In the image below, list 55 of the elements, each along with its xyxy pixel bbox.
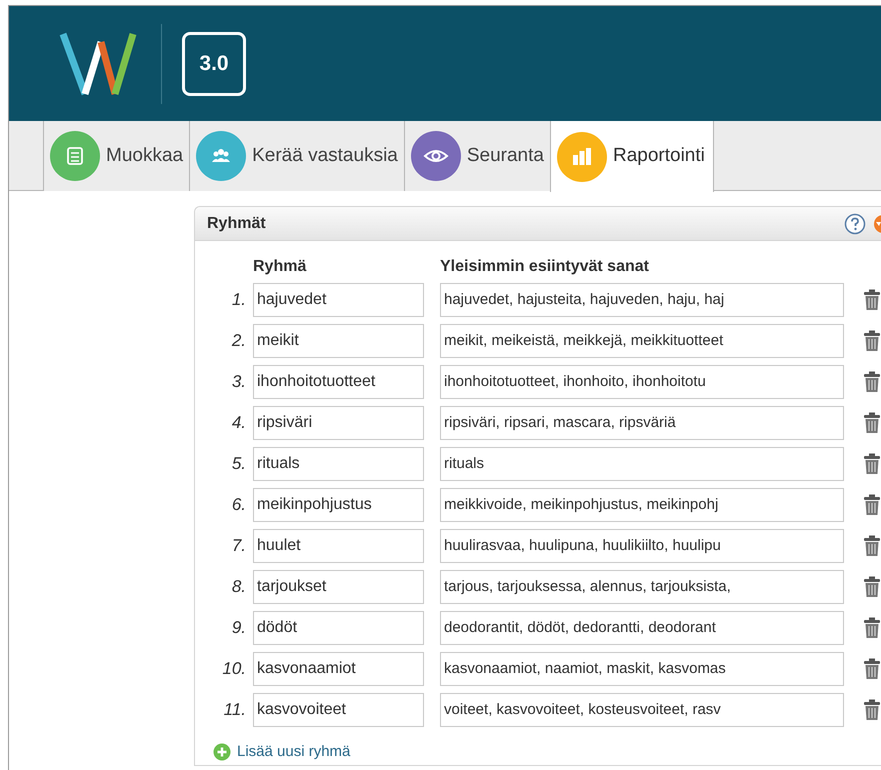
- words-field[interactable]: meikkivoide, meikinpohjustus, meikinpohj: [440, 488, 844, 522]
- group-name-field[interactable]: ripsiväri: [253, 406, 424, 440]
- words-field[interactable]: deodorantit, dödöt, dedorantti, deodorant: [440, 611, 844, 645]
- words-field[interactable]: huulirasvaa, huulipuna, huulikiilto, huulipu: [440, 529, 844, 563]
- words-field[interactable]: voiteet, kasvovoiteet, kosteusvoiteet, rasv: [440, 693, 844, 727]
- column-header: Ryhmä: [253, 257, 308, 277]
- group-name-field[interactable]: hajuvedet: [253, 283, 424, 317]
- panel-title: Ryhmät: [207, 214, 266, 234]
- trash-icon[interactable]: [863, 289, 881, 311]
- tab[interactable]: Seuranta: [404, 121, 550, 191]
- tab[interactable]: Muokkaa: [43, 121, 190, 191]
- row-number: 4.: [230, 412, 247, 434]
- row-number: 8.: [230, 576, 247, 598]
- group-name-field[interactable]: rituals: [253, 447, 424, 481]
- group-name-field[interactable]: dödöt: [253, 611, 424, 645]
- words-field[interactable]: ripsiväri, ripsari, mascara, ripsväriä: [440, 406, 844, 440]
- group-name-field[interactable]: meikinpohjustus: [253, 488, 424, 522]
- trash-icon[interactable]: [863, 412, 881, 434]
- row-number: 3.: [230, 371, 247, 394]
- words-field[interactable]: ihonhoitotuotteet, ihonhoito, ihonhoitotu: [440, 365, 844, 399]
- group-name-field[interactable]: huulet: [253, 529, 424, 563]
- trash-icon[interactable]: [863, 453, 881, 475]
- trash-icon[interactable]: [863, 576, 881, 598]
- row-number: 5.: [230, 453, 247, 476]
- trash-icon[interactable]: [863, 699, 881, 721]
- trash-icon[interactable]: [863, 535, 881, 557]
- words-field[interactable]: tarjous, tarjouksessa, alennus, tarjouksista,: [440, 570, 844, 604]
- group-name-field[interactable]: kasvovoiteet: [253, 693, 424, 727]
- row-number: 7.: [230, 535, 247, 558]
- row-number: 10.: [221, 658, 247, 680]
- tab[interactable]: Raportointi: [550, 121, 714, 192]
- words-field[interactable]: kasvonaamiot, naamiot, maskit, kasvomas: [440, 652, 844, 686]
- words-field[interactable]: meikit, meikeistä, meikkejä, meikkituotteet: [440, 324, 844, 358]
- row-number: 11.: [222, 699, 247, 722]
- menu-icon[interactable]: [873, 214, 881, 234]
- trash-icon[interactable]: [863, 617, 881, 639]
- tab[interactable]: Kerää vastauksia: [189, 121, 404, 191]
- column-header: Yleisimmin esiintyvät sanat: [440, 257, 649, 277]
- group-name-field[interactable]: meikit: [253, 324, 424, 358]
- group-name-field[interactable]: kasvonaamiot: [253, 652, 424, 686]
- group-name-field[interactable]: tarjoukset: [253, 570, 424, 604]
- add-group-link[interactable]: Lisää uusi ryhmä: [237, 741, 350, 764]
- row-number: 9.: [230, 617, 247, 640]
- group-name-field[interactable]: ihonhoitotuotteet: [253, 365, 424, 399]
- version-badge: 3.0: [182, 32, 246, 96]
- words-field[interactable]: rituals: [440, 447, 844, 481]
- trash-icon[interactable]: [863, 494, 881, 516]
- help-icon[interactable]: [844, 212, 866, 234]
- trash-icon[interactable]: [863, 371, 881, 393]
- words-field[interactable]: hajuvedet, hajusteita, hajuveden, haju, haj: [440, 283, 844, 317]
- row-number: 6.: [230, 494, 247, 516]
- trash-icon[interactable]: [863, 658, 881, 680]
- row-number: 2.: [230, 330, 247, 352]
- trash-icon[interactable]: [863, 330, 881, 352]
- row-number: 1.: [230, 289, 247, 312]
